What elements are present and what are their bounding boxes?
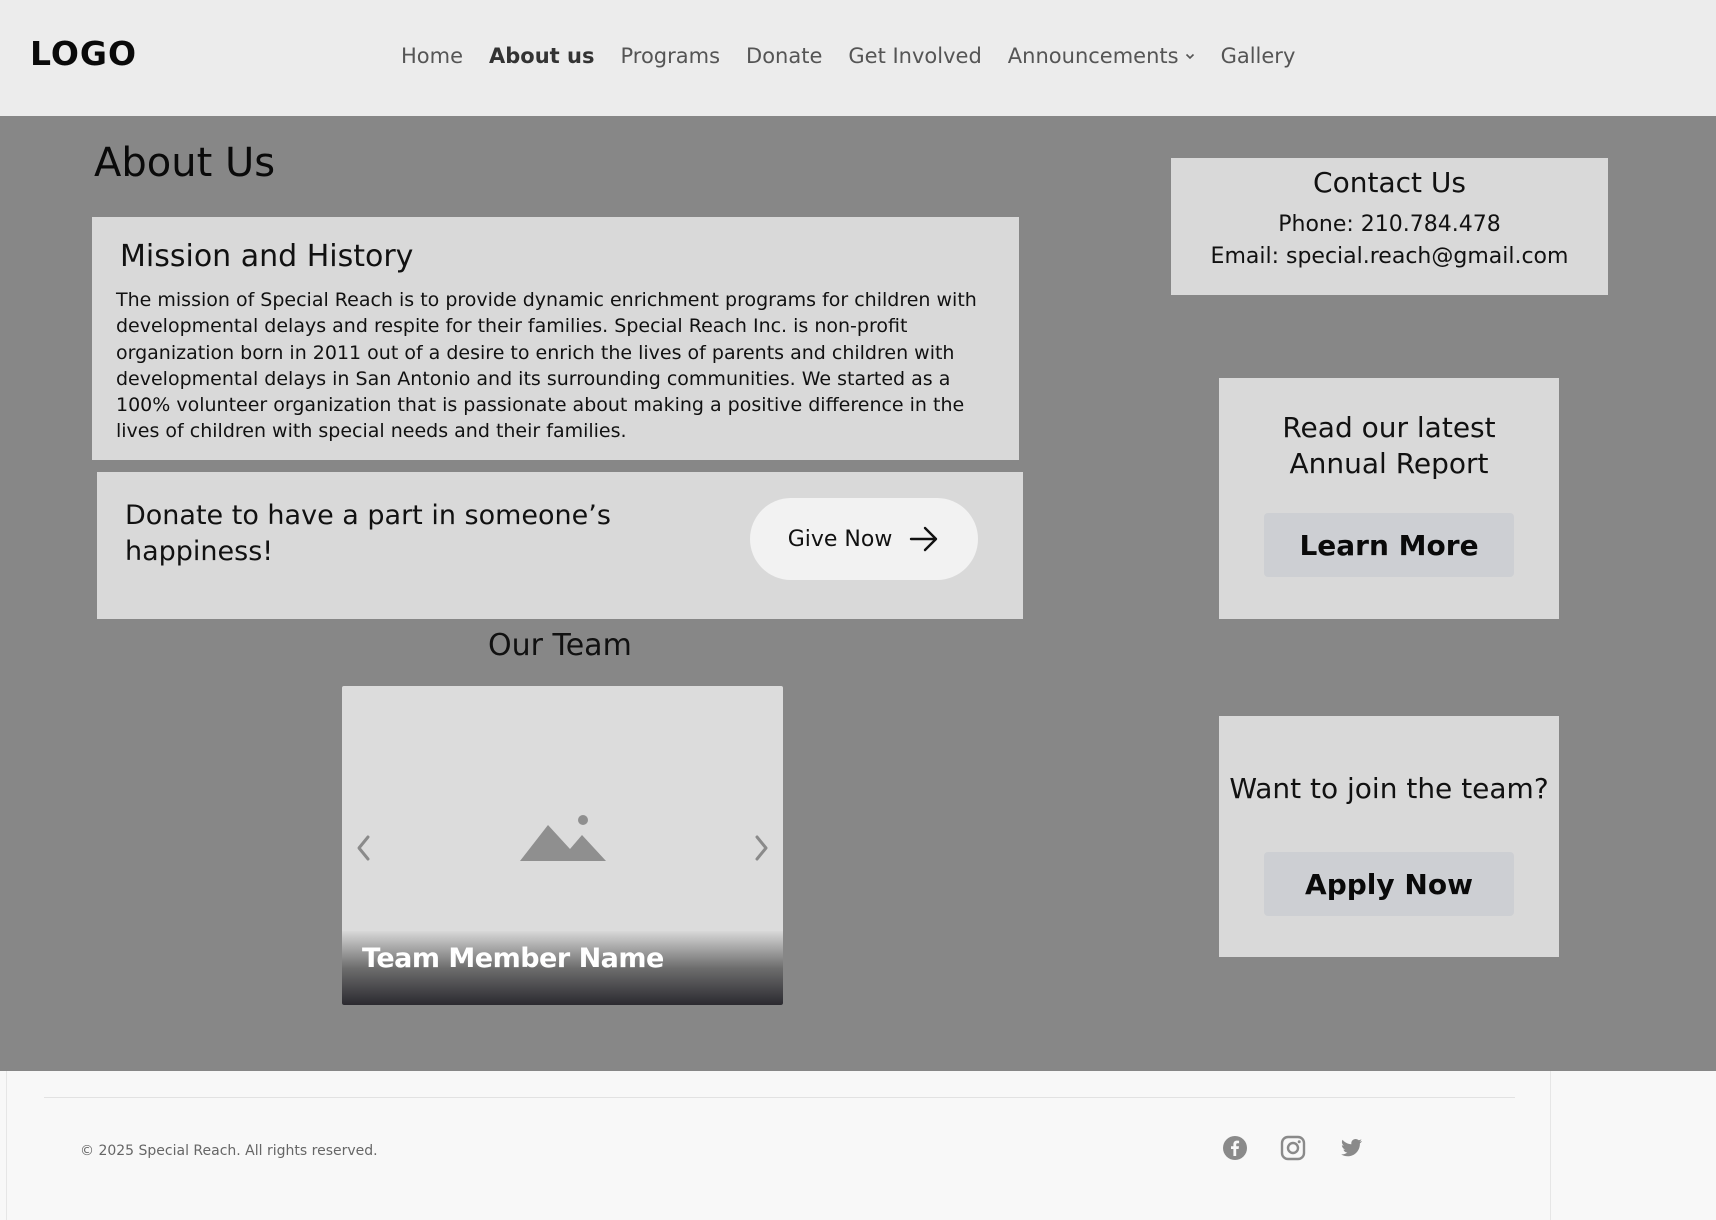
contact-card: Contact Us Phone: 210.784.478 Email: spe… [1171,158,1608,295]
nav-programs[interactable]: Programs [620,44,720,68]
social-links [1222,1135,1364,1161]
site-logo[interactable]: LOGO [30,34,137,73]
instagram-icon[interactable] [1280,1135,1306,1161]
facebook-icon[interactable] [1222,1135,1248,1161]
apply-now-button[interactable]: Apply Now [1264,852,1514,916]
nav-gallery[interactable]: Gallery [1221,44,1296,68]
team-carousel: Team Member Name [342,686,783,1005]
nav-announcements[interactable]: Announcements [1008,44,1195,68]
learn-more-button[interactable]: Learn More [1264,513,1514,577]
nav-donate[interactable]: Donate [746,44,822,68]
chevron-down-icon [1185,53,1194,60]
annual-report-line2: Annual Report [1289,447,1489,480]
footer-copyright: © 2025 Special Reach. All rights reserve… [80,1143,378,1159]
join-team-card: Want to join the team? Apply Now [1219,716,1559,957]
mission-body: The mission of Special Reach is to provi… [116,289,977,443]
join-team-text: Want to join the team? [1229,772,1549,805]
team-member-name: Team Member Name [362,943,664,974]
contact-email[interactable]: Email: special.reach@gmail.com [1171,241,1608,273]
main-content: About Us Mission and History The mission… [0,116,1716,1071]
page-title: About Us [94,140,276,186]
give-now-button[interactable]: Give Now [750,498,978,580]
footer-rule [44,1097,1515,1098]
annual-report-text: Read our latest Annual Report [1219,410,1559,482]
site-header: LOGO Home About us Programs Donate Get I… [0,0,1716,116]
annual-report-card: Read our latest Annual Report Learn More [1219,378,1559,619]
mission-heading: Mission and History [120,239,414,274]
donate-text: Donate to have a part in someone’s happi… [125,500,611,567]
arrow-right-icon [910,526,938,552]
footer-divider-right [1550,1071,1551,1220]
annual-report-line1: Read our latest [1282,411,1496,444]
team-title: Our Team [488,628,632,663]
footer-divider-left [6,1071,7,1220]
site-footer: © 2025 Special Reach. All rights reserve… [0,1071,1716,1220]
chevron-left-icon[interactable] [356,834,372,862]
nav-announcements-label: Announcements [1007,44,1179,68]
contact-heading: Contact Us [1313,166,1466,199]
mission-card: Mission and History The mission of Speci… [92,217,1019,460]
main-nav: Home About us Programs Donate Get Involv… [401,44,1321,68]
team-member-caption: Team Member Name [342,931,783,1005]
nav-about-us[interactable]: About us [489,44,594,68]
nav-get-involved[interactable]: Get Involved [848,44,981,68]
give-now-label: Give Now [787,526,893,552]
twitter-icon[interactable] [1338,1135,1364,1161]
donate-card: Donate to have a part in someone’s happi… [97,472,1023,619]
nav-home[interactable]: Home [401,44,463,68]
contact-phone[interactable]: Phone: 210.784.478 [1171,209,1608,241]
chevron-right-icon[interactable] [753,834,769,862]
image-placeholder-icon [520,815,606,861]
